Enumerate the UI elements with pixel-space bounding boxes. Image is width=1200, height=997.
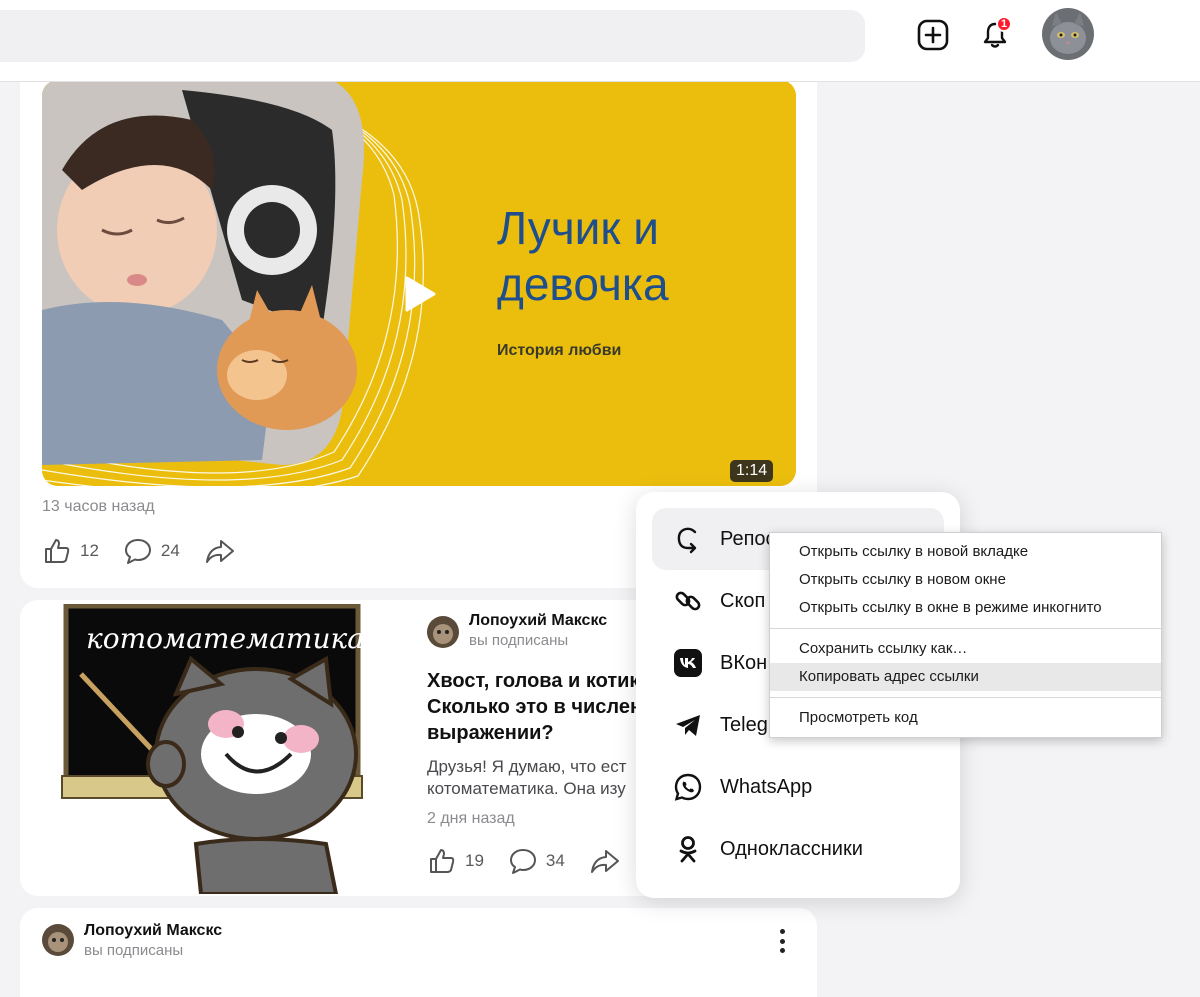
cat-math-illustration: котоматематика (26, 604, 410, 894)
article-thumbnail[interactable]: котоматематика (26, 604, 410, 894)
ctx-open-incognito[interactable]: Открыть ссылку в окне в режиме инкогнито (770, 594, 1161, 622)
kebab-dot (779, 929, 785, 934)
share-button[interactable] (589, 846, 621, 876)
kebab-dot (779, 938, 785, 944)
ctx-save-link[interactable]: Сохранить ссылку как… (770, 635, 1161, 663)
share-item-label: ВКон (720, 651, 768, 674)
ctx-open-new-window[interactable]: Открыть ссылку в новом окне (770, 566, 1161, 594)
share-item-label: WhatsApp (720, 775, 813, 798)
ctx-separator (770, 628, 1161, 629)
post-time: 13 часов назад (42, 498, 155, 515)
ctx-separator (770, 697, 1161, 698)
post-card-3: Лопоухий Макскс вы подписаны (20, 908, 817, 997)
whatsapp-icon (672, 771, 704, 803)
post-time: 2 дня назад (427, 810, 515, 827)
repost-icon (672, 523, 704, 555)
share-whatsapp[interactable]: WhatsApp (652, 756, 944, 818)
comment-button[interactable]: 24 (123, 536, 180, 566)
author-name[interactable]: Лопоухий Макскс (469, 612, 607, 630)
like-count: 12 (80, 541, 99, 560)
video-duration: 1:14 (730, 460, 774, 482)
author-name[interactable]: Лопоухий Макскс (84, 922, 222, 940)
share-button[interactable] (204, 536, 236, 566)
telegram-icon (672, 709, 704, 741)
vk-icon (672, 647, 704, 679)
comment-button[interactable]: 34 (508, 846, 565, 876)
subscription-status: вы подписаны (84, 942, 184, 959)
link-icon (672, 585, 704, 617)
thumb-chalk-text: котоматематика (86, 622, 364, 655)
thumbs-up-icon (430, 849, 455, 873)
ctx-open-new-tab[interactable]: Открыть ссылку в новой вкладке (770, 538, 1161, 566)
play-icon[interactable] (403, 275, 437, 313)
post-actions: 19 34 (427, 846, 621, 876)
post-author[interactable]: Лопоухий Макскс вы подписаны (42, 922, 222, 959)
browser-context-menu: Открыть ссылку в новой вкладке Открыть с… (769, 532, 1162, 738)
post-actions: 12 24 (42, 536, 236, 566)
comment-count: 24 (160, 541, 180, 560)
comment-count: 34 (545, 851, 565, 870)
user-avatar[interactable] (1042, 8, 1094, 60)
search-input[interactable] (0, 10, 865, 62)
top-header: 1 (0, 0, 1200, 82)
share-arrow-icon (205, 540, 234, 563)
notification-badge: 1 (996, 16, 1012, 32)
post-author[interactable]: Лопоухий Макскс вы подписаны (427, 612, 607, 649)
video-title: Лучик и девочка (497, 202, 669, 310)
like-count: 19 (465, 851, 484, 870)
create-button[interactable] (914, 16, 952, 54)
author-avatar[interactable] (42, 924, 74, 956)
post-snippet[interactable]: Друзья! Я думаю, что ест котоматематика.… (427, 756, 642, 800)
plus-square-icon (917, 19, 949, 51)
ok-icon (672, 833, 704, 865)
share-item-label: Teleg (720, 713, 768, 736)
kebab-dot (779, 948, 785, 953)
like-button[interactable]: 19 (427, 846, 484, 876)
more-options-button[interactable] (772, 926, 792, 956)
share-item-label: Одноклассники (720, 837, 863, 860)
comment-icon (124, 539, 151, 564)
ctx-inspect[interactable]: Просмотреть код (770, 704, 1161, 732)
share-arrow-icon (590, 850, 619, 873)
subscription-status: вы подписаны (469, 632, 569, 649)
share-odnoklassniki[interactable]: Одноклассники (652, 818, 944, 880)
thumbs-up-icon (45, 539, 70, 563)
share-item-label: Скоп (720, 589, 766, 612)
post-title[interactable]: Хвост, голова и котик Сколько это в числ… (427, 668, 642, 746)
share-item-label: Репос (720, 527, 776, 550)
video-player[interactable]: Лучик и девочка История любви 1:14 (42, 80, 796, 486)
video-subtitle: История любви (497, 342, 622, 359)
ctx-copy-link-address[interactable]: Копировать адрес ссылки (770, 663, 1161, 691)
comment-icon (509, 849, 536, 874)
notifications-button[interactable]: 1 (976, 16, 1014, 54)
like-button[interactable]: 12 (42, 536, 99, 566)
author-avatar[interactable] (427, 616, 459, 648)
